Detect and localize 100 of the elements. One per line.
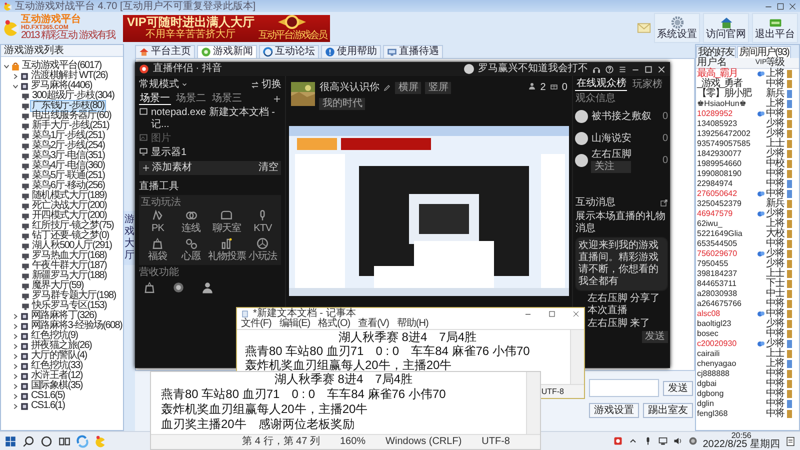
room-item[interactable]: 菜鸟3厅-电信(351) — [31, 151, 106, 161]
viewer-name[interactable]: 山海说安 — [591, 132, 632, 144]
orientation-tag[interactable]: 横屏 — [395, 82, 422, 94]
room-item[interactable]: 电出线服务器厅(60) — [31, 111, 112, 121]
room-item[interactable]: 罗马群专题大厅(198) — [31, 291, 117, 301]
room-item[interactable]: 菜鸟4厅-电信(360) — [31, 161, 106, 171]
network-icon[interactable] — [658, 436, 668, 446]
user-name[interactable]: 1989954660 — [696, 159, 756, 169]
user-name[interactable]: 844653711 — [696, 279, 756, 289]
game-item[interactable]: 罗马麻将(4406) — [30, 81, 93, 91]
user-name[interactable]: 5221649Glia — [696, 229, 756, 239]
headset-icon[interactable] — [592, 64, 601, 74]
expand-icon[interactable] — [12, 392, 19, 400]
tool-button[interactable]: 礼物投票 — [208, 237, 246, 262]
user-name[interactable]: 134085923 — [696, 119, 756, 129]
user-name[interactable]: 22984974 — [696, 179, 756, 189]
vip-banner[interactable]: VIP可随时进出满人大厅 不用辛辛苦苦挤大厅 互动平台游戏会员 — [123, 14, 330, 42]
viewer-name[interactable]: 被书接之敷叙 — [591, 110, 652, 122]
popout-icon[interactable] — [660, 198, 668, 206]
room-item[interactable]: 午夜牛群大厅(187) — [31, 261, 108, 271]
room-item[interactable]: 菜鸟6厅-移动(256) — [31, 181, 106, 191]
expand-icon[interactable] — [12, 322, 19, 330]
clear-button[interactable]: 清空 — [258, 162, 278, 174]
user-name[interactable]: 【零】朋小肥 — [696, 88, 756, 100]
user-name[interactable]: baoltigl23 — [696, 319, 756, 329]
expand-icon[interactable] — [12, 312, 19, 320]
scrollbar[interactable] — [570, 330, 584, 384]
chat-input[interactable] — [589, 379, 659, 397]
game-item[interactable]: CS1.6(1) — [30, 401, 66, 411]
person-icon[interactable] — [201, 280, 214, 294]
tab[interactable]: 直播待遇 — [383, 45, 443, 58]
menu-item[interactable]: 编辑(E) — [279, 319, 310, 329]
start-icon[interactable] — [4, 434, 17, 448]
room-button[interactable]: 踢出室友 — [643, 403, 693, 418]
user-name[interactable]: 1990808190 — [696, 169, 756, 179]
close-icon[interactable] — [572, 310, 580, 318]
user-name[interactable]: bosec — [696, 329, 756, 339]
user-name[interactable]: c20020930 — [696, 339, 756, 349]
user-name[interactable]: 46947579 — [696, 209, 756, 219]
assistant-icon[interactable] — [40, 434, 53, 448]
scene-tab[interactable]: 场景三 — [211, 93, 243, 104]
user-name[interactable]: 139256472002 — [696, 129, 756, 139]
room-item[interactable]: 罗马热血大厅(168) — [31, 251, 108, 261]
room-item[interactable]: 开四模式大厅(200) — [31, 211, 108, 221]
tool-button[interactable]: 连线 — [174, 208, 208, 234]
menu-item[interactable]: 查看(V) — [358, 319, 389, 329]
game-item[interactable]: 红色挖坑(9) — [30, 331, 79, 341]
tool-button[interactable]: PK — [141, 208, 174, 234]
game-item[interactable]: 红色挖坑(33) — [30, 361, 84, 371]
audience-tab[interactable]: 玩家榜 — [631, 78, 664, 90]
search-icon[interactable] — [22, 434, 35, 448]
menu-item[interactable]: 文件(F) — [241, 319, 272, 329]
room-item[interactable]: 随机模式大厅(189) — [31, 191, 108, 201]
user-name[interactable]: a28030938 — [696, 289, 756, 299]
menu-item[interactable]: 格式(O) — [318, 319, 350, 329]
viewer-name[interactable]: 左右压脚 — [591, 148, 632, 160]
game-item[interactable]: 大厅的警队(4) — [30, 351, 88, 361]
user-name[interactable]: ♚HsiaoHun♚ — [696, 99, 756, 109]
game-item[interactable]: 拼夜猫之旅(26) — [30, 341, 93, 351]
user-name[interactable]: chenyagao — [696, 359, 756, 369]
tool-button[interactable]: KTV — [246, 208, 280, 234]
game-item[interactable]: 浩渡棋解封 WT(26) — [30, 71, 109, 81]
user-name[interactable]: 7950455 — [696, 259, 756, 269]
add-source-button[interactable]: 添加素材 — [142, 162, 192, 174]
tool-button[interactable]: 福袋 — [141, 237, 174, 262]
user-name[interactable]: 398184237 — [696, 269, 756, 279]
coin-icon[interactable] — [172, 280, 185, 294]
room-item[interactable]: 快乐罗马专区(153) — [31, 301, 108, 311]
expand-icon[interactable] — [12, 372, 19, 380]
scene-tab[interactable]: 场景一 — [139, 92, 171, 105]
audience-tab[interactable]: 在线观众榜 — [575, 78, 628, 90]
game-item[interactable]: 水浒王者(12) — [30, 371, 84, 381]
mode-dropdown[interactable]: 常规模式 — [139, 79, 188, 90]
tab[interactable]: 平台主页 — [135, 45, 195, 58]
user-name[interactable]: fengl368 — [696, 409, 756, 419]
expand-icon[interactable] — [12, 382, 19, 390]
room-item[interactable]: 300超级厅-步枝(304) — [31, 91, 116, 101]
expand-icon[interactable] — [12, 332, 19, 340]
user-name[interactable]: cj888888 — [696, 369, 756, 379]
game-app-icon[interactable] — [94, 434, 107, 448]
maximize-icon[interactable] — [776, 2, 785, 10]
room-item[interactable]: 死亡决战大厅(200) — [31, 201, 108, 211]
exit-button[interactable]: 退出平台 — [752, 13, 798, 43]
room-item[interactable]: 菜鸟2厅-步线(254) — [31, 141, 106, 151]
tool-button[interactable]: 聊天室 — [208, 208, 246, 234]
tab[interactable]: 房间用户(93) — [737, 46, 791, 58]
collapse-icon[interactable] — [12, 82, 19, 90]
tab[interactable]: 游戏新闻 — [197, 45, 257, 58]
tab[interactable]: 我的好友 — [696, 46, 736, 58]
edit-icon[interactable] — [383, 84, 392, 92]
scene-tab[interactable]: 场景二 — [175, 93, 207, 104]
side-tab[interactable]: 游戏大厅 — [124, 210, 135, 264]
user-name[interactable]: 935749057585 — [696, 139, 756, 149]
send-button[interactable]: 发送 — [642, 330, 668, 342]
user-name[interactable]: 62iwu_ — [696, 219, 756, 229]
tray-app-icon[interactable] — [612, 436, 623, 446]
room-item[interactable]: 菜鸟5厅-联通(251) — [31, 171, 106, 181]
room-item[interactable]: 红所技厅-镜之梦(75) — [31, 221, 115, 231]
expand-icon[interactable] — [12, 342, 19, 350]
task-view-icon[interactable] — [58, 434, 71, 448]
